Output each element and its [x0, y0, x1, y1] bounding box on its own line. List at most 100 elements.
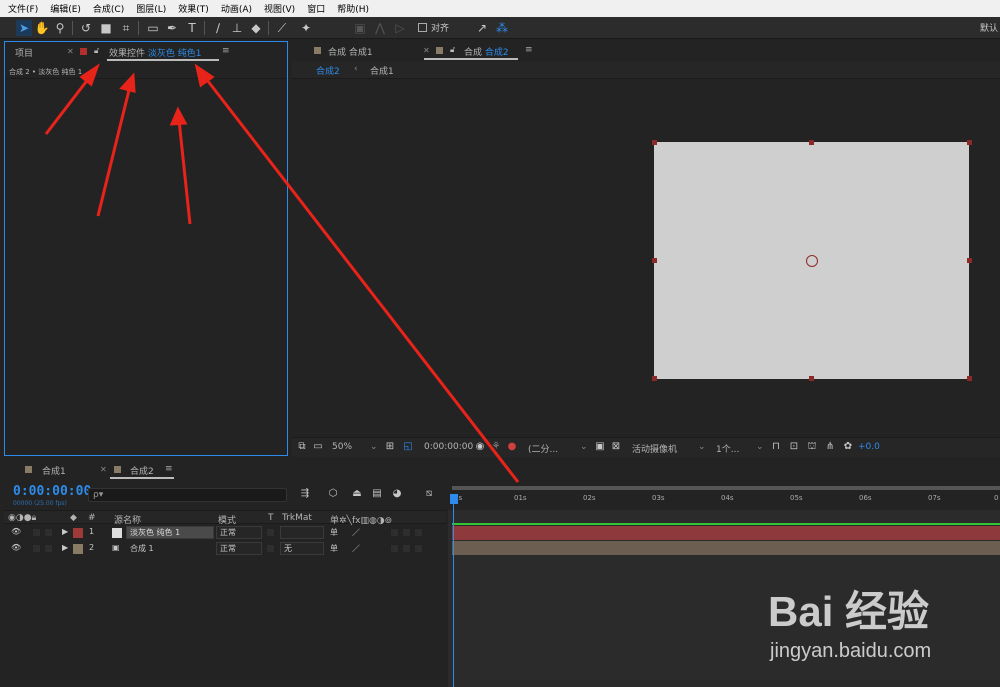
layer-trkmat-dropdown[interactable]: 无 — [280, 542, 324, 555]
audio-toggle[interactable] — [32, 528, 41, 537]
axis-view-icon[interactable]: ▷ — [392, 20, 408, 36]
lock-icon[interactable]: 🔓︎ — [450, 45, 455, 55]
switch-toggle[interactable] — [402, 544, 411, 553]
panel-menu-icon[interactable]: ≡ — [222, 46, 230, 56]
menu-file[interactable]: 文件(F) — [8, 2, 38, 15]
panel-menu-icon[interactable]: ≡ — [525, 45, 533, 55]
menu-help[interactable]: 帮助(H) — [337, 2, 369, 15]
transform-handle[interactable] — [967, 258, 972, 263]
tab-project[interactable]: 项目 — [15, 46, 33, 59]
pen-tool-icon[interactable]: ✒ — [164, 20, 180, 36]
rectangle-tool-icon[interactable]: ▭ — [145, 20, 161, 36]
quality-switch-icon[interactable]: ／ — [352, 527, 360, 538]
layer-source-name[interactable]: 淡灰色 纯色 1 — [126, 526, 214, 539]
timeline-search-input[interactable]: ρ▾ — [88, 488, 287, 502]
transform-handle[interactable] — [652, 258, 657, 263]
lock-icon[interactable]: 🔓︎ — [94, 46, 99, 56]
snap-checkbox[interactable] — [418, 23, 427, 32]
shy-layers-icon[interactable]: ⏏ — [350, 487, 364, 501]
roto-brush-tool-icon[interactable]: ⟋ — [274, 20, 290, 36]
expand-arrow-icon[interactable]: ▶ — [62, 527, 68, 536]
menu-effect[interactable]: 效果(T) — [178, 2, 209, 15]
show-snapshot-icon[interactable]: ⚘ — [490, 441, 502, 453]
column-trkmat[interactable]: TrkMat — [282, 513, 312, 523]
camera-dropdown[interactable]: 活动摄像机 — [632, 442, 677, 455]
exposure-value[interactable]: +0.0 — [858, 442, 880, 452]
video-toggle-icon[interactable]: ◉◑●🔒︎ — [8, 513, 36, 523]
layer-row-1[interactable]: 👁︎ ▶ 1 淡灰色 纯色 1 正常 单 ／ — [4, 525, 446, 540]
tab-timeline-composition-1[interactable]: 合成1 — [42, 464, 66, 477]
transform-handle[interactable] — [967, 140, 972, 145]
shy-switch-icon[interactable]: 单 — [330, 527, 338, 538]
hand-tool-icon[interactable]: ✋ — [34, 20, 50, 36]
axis-world-icon[interactable]: ⋀ — [372, 20, 388, 36]
3d-view-icon[interactable]: ⊓ — [770, 441, 782, 453]
time-ruler[interactable]: 0s 01s 02s 03s 04s 05s 06s 07s 0 — [448, 480, 1000, 510]
crumb-composition-1[interactable]: 合成1 — [370, 64, 394, 77]
tab-composition-2[interactable]: 合成 合成2 — [464, 45, 509, 58]
transform-handle[interactable] — [809, 376, 814, 381]
mask-visibility-icon[interactable]: ◱ — [402, 441, 414, 453]
motion-blur-icon[interactable]: ◕ — [390, 487, 404, 501]
eye-icon[interactable]: 👁︎ — [11, 527, 21, 536]
puppet-pin-tool-icon[interactable]: ✦ — [298, 20, 314, 36]
eraser-tool-icon[interactable]: ◆ — [248, 20, 264, 36]
graph-editor-icon[interactable]: ⧅ — [422, 487, 436, 501]
transform-handle[interactable] — [809, 140, 814, 145]
eye-icon[interactable]: 👁︎ — [11, 543, 21, 552]
close-icon[interactable]: ✕ — [423, 46, 430, 55]
axis-local-icon[interactable]: ▣ — [352, 20, 368, 36]
tab-effect-controls[interactable]: 效果控件 淡灰色 纯色1 — [109, 46, 201, 59]
exposure-reset-icon[interactable]: ✿ — [842, 441, 854, 453]
menu-window[interactable]: 窗口 — [307, 2, 325, 15]
resolution-grid-icon[interactable]: ⊞ — [384, 441, 396, 453]
region-of-interest-icon[interactable]: ▣ — [594, 441, 606, 453]
menu-edit[interactable]: 编辑(E) — [50, 2, 81, 15]
switch-toggle[interactable] — [414, 528, 423, 537]
layer-row-2[interactable]: 👁︎ ▶ 2 ▣ 合成 1 正常 无 单 ／ — [4, 541, 446, 556]
pan-behind-tool-icon[interactable]: ⌗ — [118, 20, 134, 36]
selection-tool-icon[interactable]: ➤ — [16, 20, 32, 36]
transform-handle[interactable] — [652, 376, 657, 381]
menu-layer[interactable]: 图层(L) — [136, 2, 166, 15]
zoom-dropdown[interactable]: 50% — [332, 442, 352, 452]
transform-handle[interactable] — [967, 376, 972, 381]
panel-menu-icon[interactable]: ≡ — [165, 464, 173, 474]
layer-duration-bar-2[interactable] — [452, 541, 1000, 555]
layer-trkmat-dropdown[interactable] — [280, 526, 324, 539]
rotate-tool-icon[interactable]: ↺ — [78, 20, 94, 36]
composition-mini-flowchart-icon[interactable]: ⇶ — [298, 487, 312, 501]
fast-preview-icon[interactable]: ⊡ — [788, 441, 800, 453]
draft-3d-icon[interactable]: ⬡ — [326, 487, 340, 501]
snap-edge-icon[interactable]: ↗ — [474, 20, 490, 36]
layer-source-name[interactable]: 合成 1 — [130, 543, 154, 554]
switch-toggle[interactable] — [390, 528, 399, 537]
switch-toggle[interactable] — [402, 528, 411, 537]
workspace-default[interactable]: 默认 — [980, 21, 998, 34]
menu-animation[interactable]: 动画(A) — [221, 2, 252, 15]
preserve-transparency-toggle[interactable] — [266, 528, 275, 537]
color-channels-icon[interactable]: ● — [506, 441, 518, 453]
viewer-timecode[interactable]: 0:00:00:00 — [424, 442, 473, 452]
label-tag-icon[interactable]: ◆ — [70, 513, 77, 523]
current-time-indicator[interactable] — [450, 494, 458, 504]
close-icon[interactable]: ✕ — [100, 465, 107, 474]
transparency-grid-icon[interactable]: ⊠ — [610, 441, 622, 453]
layer-mode-dropdown[interactable]: 正常 — [216, 526, 262, 539]
brush-tool-icon[interactable]: ∕ — [210, 20, 226, 36]
switch-toggle[interactable] — [390, 544, 399, 553]
crumb-composition-2[interactable]: 合成2 — [316, 64, 340, 77]
expand-arrow-icon[interactable]: ▶ — [62, 543, 68, 552]
menu-view[interactable]: 视图(V) — [264, 2, 295, 15]
preserve-transparency-toggle[interactable] — [266, 544, 275, 553]
composition-viewer[interactable] — [292, 79, 1000, 437]
transform-handle[interactable] — [652, 140, 657, 145]
menu-composition[interactable]: 合成(C) — [93, 2, 124, 15]
layer-mode-dropdown[interactable]: 正常 — [216, 542, 262, 555]
clone-stamp-tool-icon[interactable]: ⊥ — [229, 20, 245, 36]
views-dropdown[interactable]: 1个... — [716, 442, 739, 455]
anchor-point-icon[interactable] — [806, 255, 818, 267]
zoom-tool-icon[interactable]: ⚲ — [52, 20, 68, 36]
audio-toggle[interactable] — [32, 544, 41, 553]
camera-tool-icon[interactable]: ■ — [98, 20, 114, 36]
